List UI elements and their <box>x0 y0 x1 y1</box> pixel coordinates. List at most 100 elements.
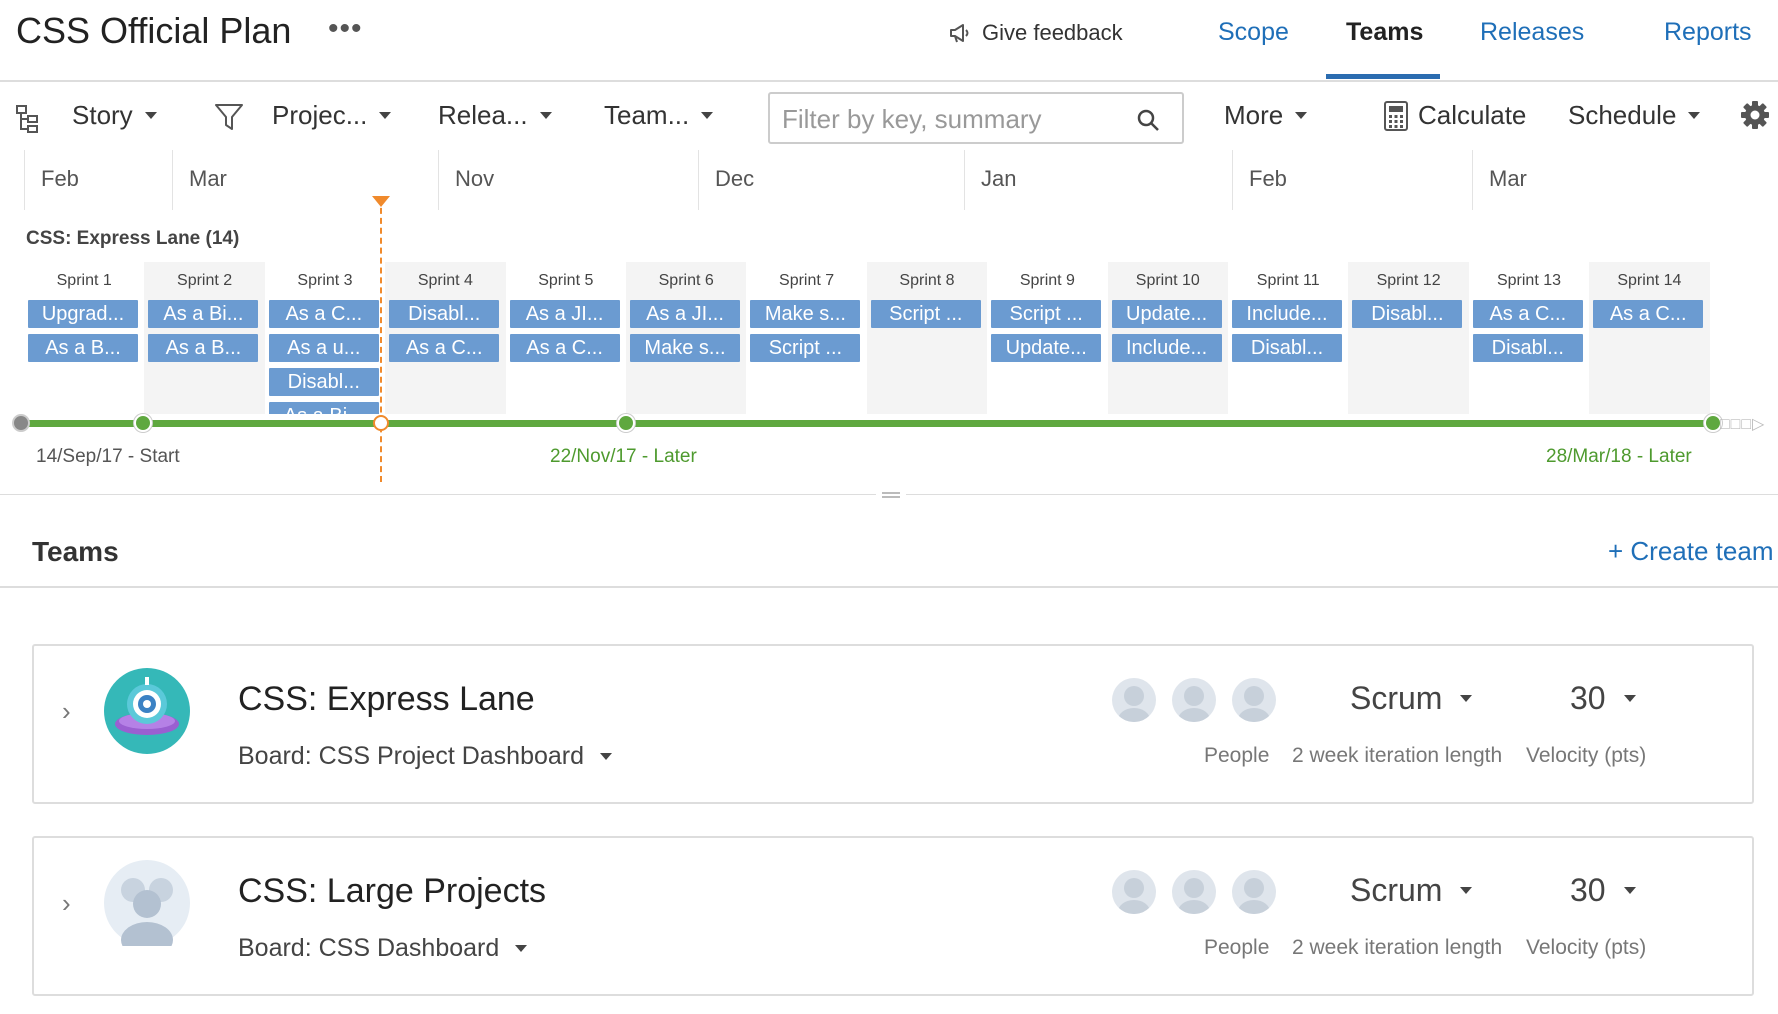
person-avatar[interactable] <box>1172 870 1216 914</box>
hierarchy-level-dropdown[interactable]: Story <box>72 100 157 131</box>
issue-chip[interactable]: As a C... <box>509 334 620 362</box>
people-label: People <box>1204 936 1270 959</box>
sprint-column: Sprint 5 As a JI... As a C... <box>506 262 626 414</box>
splitter-handle[interactable] <box>876 490 906 499</box>
sprint-name: Sprint 11 <box>1256 272 1320 289</box>
tab-scope[interactable]: Scope <box>1218 18 1289 47</box>
issue-chip[interactable]: As a JI... <box>509 300 620 328</box>
issue-chip[interactable]: Update... <box>1111 300 1222 328</box>
hierarchy-level-label: Story <box>72 100 133 130</box>
issue-chip[interactable]: As a C... <box>1472 300 1583 328</box>
tab-releases[interactable]: Releases <box>1480 18 1584 47</box>
create-team-button[interactable]: + Create team <box>1608 536 1773 567</box>
sprint-column: Sprint 13 As a C... Disabl... <box>1469 262 1589 414</box>
plan-more-menu-button[interactable]: ••• <box>328 12 363 46</box>
filter-search-input[interactable] <box>780 102 1124 136</box>
sprint-column: Sprint 2 As a Bi... As a B... <box>144 262 265 414</box>
milestone-label: 22/Nov/17 - Later <box>550 446 697 467</box>
release-filter-dropdown[interactable]: Relea... <box>438 100 552 131</box>
issue-chip[interactable]: As a C... <box>268 300 379 328</box>
issue-chip[interactable]: Disabl... <box>1232 334 1342 362</box>
chevron-down-icon <box>1623 887 1636 894</box>
issue-chip[interactable]: Update... <box>991 334 1102 362</box>
issue-chip[interactable]: Disabl... <box>268 368 379 396</box>
timeline-node[interactable] <box>617 414 635 432</box>
person-avatar[interactable] <box>1232 678 1276 722</box>
issue-chip[interactable]: Make s... <box>630 334 740 362</box>
sprint-name: Sprint 13 <box>1496 272 1562 289</box>
schedule-dropdown[interactable]: Schedule <box>1568 100 1701 131</box>
team-method-dropdown[interactable]: Scrum <box>1350 680 1473 717</box>
issue-chip[interactable]: As a JI... <box>630 300 740 328</box>
team-board-label: Board: CSS Dashboard <box>238 934 500 962</box>
project-filter-dropdown[interactable]: Projec... <box>272 100 392 131</box>
sprint-name: Sprint 14 <box>1617 272 1682 289</box>
chevron-down-icon <box>144 112 157 119</box>
issue-chip[interactable]: Disabl... <box>389 300 500 328</box>
timeline-node[interactable] <box>134 414 152 432</box>
issue-chip[interactable]: As a B... <box>28 334 138 362</box>
today-line <box>380 198 382 482</box>
sprint-column: Sprint 6 As a JI... Make s... <box>626 262 747 414</box>
timeline-month: Feb <box>24 150 172 210</box>
today-marker-icon[interactable] <box>372 196 390 207</box>
calculator-icon <box>1384 100 1408 131</box>
issue-chip[interactable]: As a C... <box>389 334 500 362</box>
issue-chip[interactable]: Make s... <box>750 300 861 328</box>
issue-chip[interactable]: Upgrad... <box>28 300 138 328</box>
team-velocity-dropdown[interactable]: 30 <box>1570 680 1636 717</box>
person-avatar[interactable] <box>1112 870 1156 914</box>
sprint-column: Sprint 9 Script ... Update... <box>987 262 1107 414</box>
search-icon[interactable] <box>1136 108 1160 132</box>
issue-chip[interactable]: Script ... <box>991 300 1102 328</box>
active-tab-indicator <box>1326 74 1440 79</box>
velocity-label: Velocity (pts) <box>1526 936 1647 959</box>
more-dropdown[interactable]: More <box>1224 100 1308 131</box>
person-avatar[interactable] <box>1112 678 1156 722</box>
project-filter-label: Projec... <box>272 100 368 130</box>
issue-chip[interactable]: Disabl... <box>1352 300 1463 328</box>
team-board-label: Board: CSS Project Dashboard <box>238 742 585 770</box>
filter-funnel-icon[interactable] <box>214 102 244 137</box>
person-avatar[interactable] <box>1172 678 1216 722</box>
issue-chip[interactable]: Disabl... <box>1472 334 1583 362</box>
chevron-down-icon <box>1688 112 1701 119</box>
calculate-button[interactable]: Calculate <box>1384 100 1526 131</box>
issue-chip[interactable]: Script ... <box>750 334 861 362</box>
issue-chip[interactable]: As a u... <box>268 334 379 362</box>
timeline-start-node[interactable] <box>12 414 30 432</box>
team-name[interactable]: CSS: Large Projects <box>238 872 546 911</box>
person-avatar[interactable] <box>1232 870 1276 914</box>
issue-chip[interactable]: As a Bi... <box>148 300 259 328</box>
give-feedback-button[interactable]: Give feedback <box>948 20 1123 46</box>
team-name[interactable]: CSS: Express Lane <box>238 680 535 719</box>
tab-reports[interactable]: Reports <box>1664 18 1752 47</box>
team-board-dropdown[interactable]: Board: CSS Project Dashboard <box>238 742 613 771</box>
hierarchy-icon[interactable] <box>16 104 40 139</box>
expand-chevron-icon[interactable]: › <box>62 888 71 919</box>
issue-chip[interactable]: As a C... <box>1593 300 1704 328</box>
issue-chip[interactable]: Script ... <box>870 300 981 328</box>
settings-gear-icon[interactable] <box>1740 100 1770 135</box>
tab-teams[interactable]: Teams <box>1346 18 1423 47</box>
issue-chip[interactable]: As a B... <box>148 334 259 362</box>
issue-chip[interactable]: As a Bi... <box>268 402 379 414</box>
chevron-down-icon <box>1460 887 1473 894</box>
team-filter-dropdown[interactable]: Team... <box>604 100 714 131</box>
team-method-dropdown[interactable]: Scrum <box>1350 872 1473 909</box>
team-board-dropdown[interactable]: Board: CSS Dashboard <box>238 934 528 963</box>
team-velocity-value: 30 <box>1570 680 1606 716</box>
team-velocity-dropdown[interactable]: 30 <box>1570 872 1636 909</box>
issue-chip[interactable]: Include... <box>1232 300 1342 328</box>
sprint-column: Sprint 3 As a C... As a u... Disabl... As a … <box>265 262 385 414</box>
people-label: People <box>1204 744 1270 767</box>
plan-title: CSS Official Plan <box>16 10 292 51</box>
expand-chevron-icon[interactable]: › <box>62 696 71 727</box>
schedule-label: Schedule <box>1568 100 1677 130</box>
issue-chip[interactable]: Include... <box>1111 334 1222 362</box>
sprint-column: Sprint 11 Include... Disabl... <box>1228 262 1348 414</box>
milestone-label: 28/Mar/18 - Later <box>1546 446 1692 467</box>
velocity-label: Velocity (pts) <box>1526 744 1647 767</box>
filter-search-box[interactable] <box>768 92 1184 144</box>
sprint-name: Sprint 1 <box>56 272 112 289</box>
